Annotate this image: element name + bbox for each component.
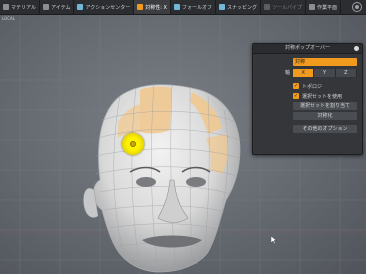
handle-center-icon[interactable] — [130, 141, 136, 147]
popover-title-text: 対称ポップオーバー — [285, 45, 330, 51]
toolpipe-icon — [263, 4, 270, 10]
topology-checkbox-row[interactable]: ✓ トポロジ — [293, 82, 358, 90]
toolbar-item-snapping[interactable]: スナッピング — [216, 0, 261, 14]
popover-title: 対称ポップオーバー — [253, 44, 362, 54]
use-selection-set-checkbox-row[interactable]: ✓ 選択セットを使用 — [293, 92, 358, 100]
workplane-icon — [308, 4, 315, 10]
toolbar-item-label: ツールパイプ — [271, 4, 302, 11]
item-icon — [42, 4, 49, 10]
snap-circle-icon[interactable] — [352, 2, 362, 12]
snapping-icon — [218, 4, 225, 10]
toolbar-item-label: アイテム — [50, 4, 71, 11]
toolbar-item-label: 対称性: X — [145, 4, 167, 11]
assign-selection-set-button[interactable]: 選択セットを割り当て — [293, 102, 357, 110]
toolbar-item-label: スナッピング — [226, 4, 257, 11]
toolbar-item-toolpipe[interactable]: ツールパイプ — [261, 0, 306, 14]
more-options-button[interactable]: その他のオプション — [293, 125, 357, 133]
symmetry-popover: 対称ポップオーバー 対称 軸 X Y Z ✓ トポロジ ✓ 選択セットを使用 選… — [252, 43, 363, 155]
axis-z-button[interactable]: Z — [335, 68, 357, 77]
topology-label: トポロジ — [302, 83, 323, 90]
toolbar-item-material[interactable]: マテリアル — [0, 0, 40, 14]
toolbar-item-action-center[interactable]: アクションセンター — [74, 0, 135, 14]
coordinate-label: LOCAL — [2, 16, 15, 21]
axis-y-button[interactable]: Y — [314, 68, 336, 77]
toolbar-item-label: フォールオフ — [181, 4, 212, 11]
symmetrize-button[interactable]: 対称化 — [293, 112, 357, 120]
toolbar-item-label: アクションセンター — [85, 4, 131, 11]
use-selection-set-label: 選択セットを使用 — [302, 93, 343, 100]
topology-checkbox[interactable]: ✓ — [293, 83, 299, 89]
symmetry-icon — [137, 4, 144, 10]
toolbar-item-item[interactable]: アイテム — [40, 0, 75, 14]
axis-label: 軸 — [284, 70, 290, 76]
toolbar-item-label: 作業平面 — [316, 4, 337, 11]
head-mesh[interactable] — [40, 60, 260, 274]
symmetry-toggle-button[interactable]: 対称 — [293, 57, 357, 66]
falloff-icon — [173, 4, 180, 10]
toolbar-item-workplane[interactable]: 作業平面 — [306, 0, 341, 14]
toolbar-item-symmetry[interactable]: 対称性: X — [134, 0, 171, 14]
symmetry-handle[interactable] — [122, 133, 144, 155]
top-toolbar: マテリアル アイテム アクションセンター 対称性: X フォールオフ スナッピン… — [0, 0, 366, 15]
action-center-icon — [77, 4, 84, 10]
close-icon[interactable] — [354, 46, 359, 51]
mouse-cursor-icon — [271, 236, 277, 244]
axis-selector: X Y Z — [293, 68, 357, 77]
toolbar-item-label: マテリアル — [11, 4, 36, 11]
toolbar-item-falloff[interactable]: フォールオフ — [171, 0, 216, 14]
material-icon — [3, 4, 9, 10]
axis-x-button[interactable]: X — [293, 68, 315, 77]
use-selection-set-checkbox[interactable]: ✓ — [293, 93, 299, 99]
